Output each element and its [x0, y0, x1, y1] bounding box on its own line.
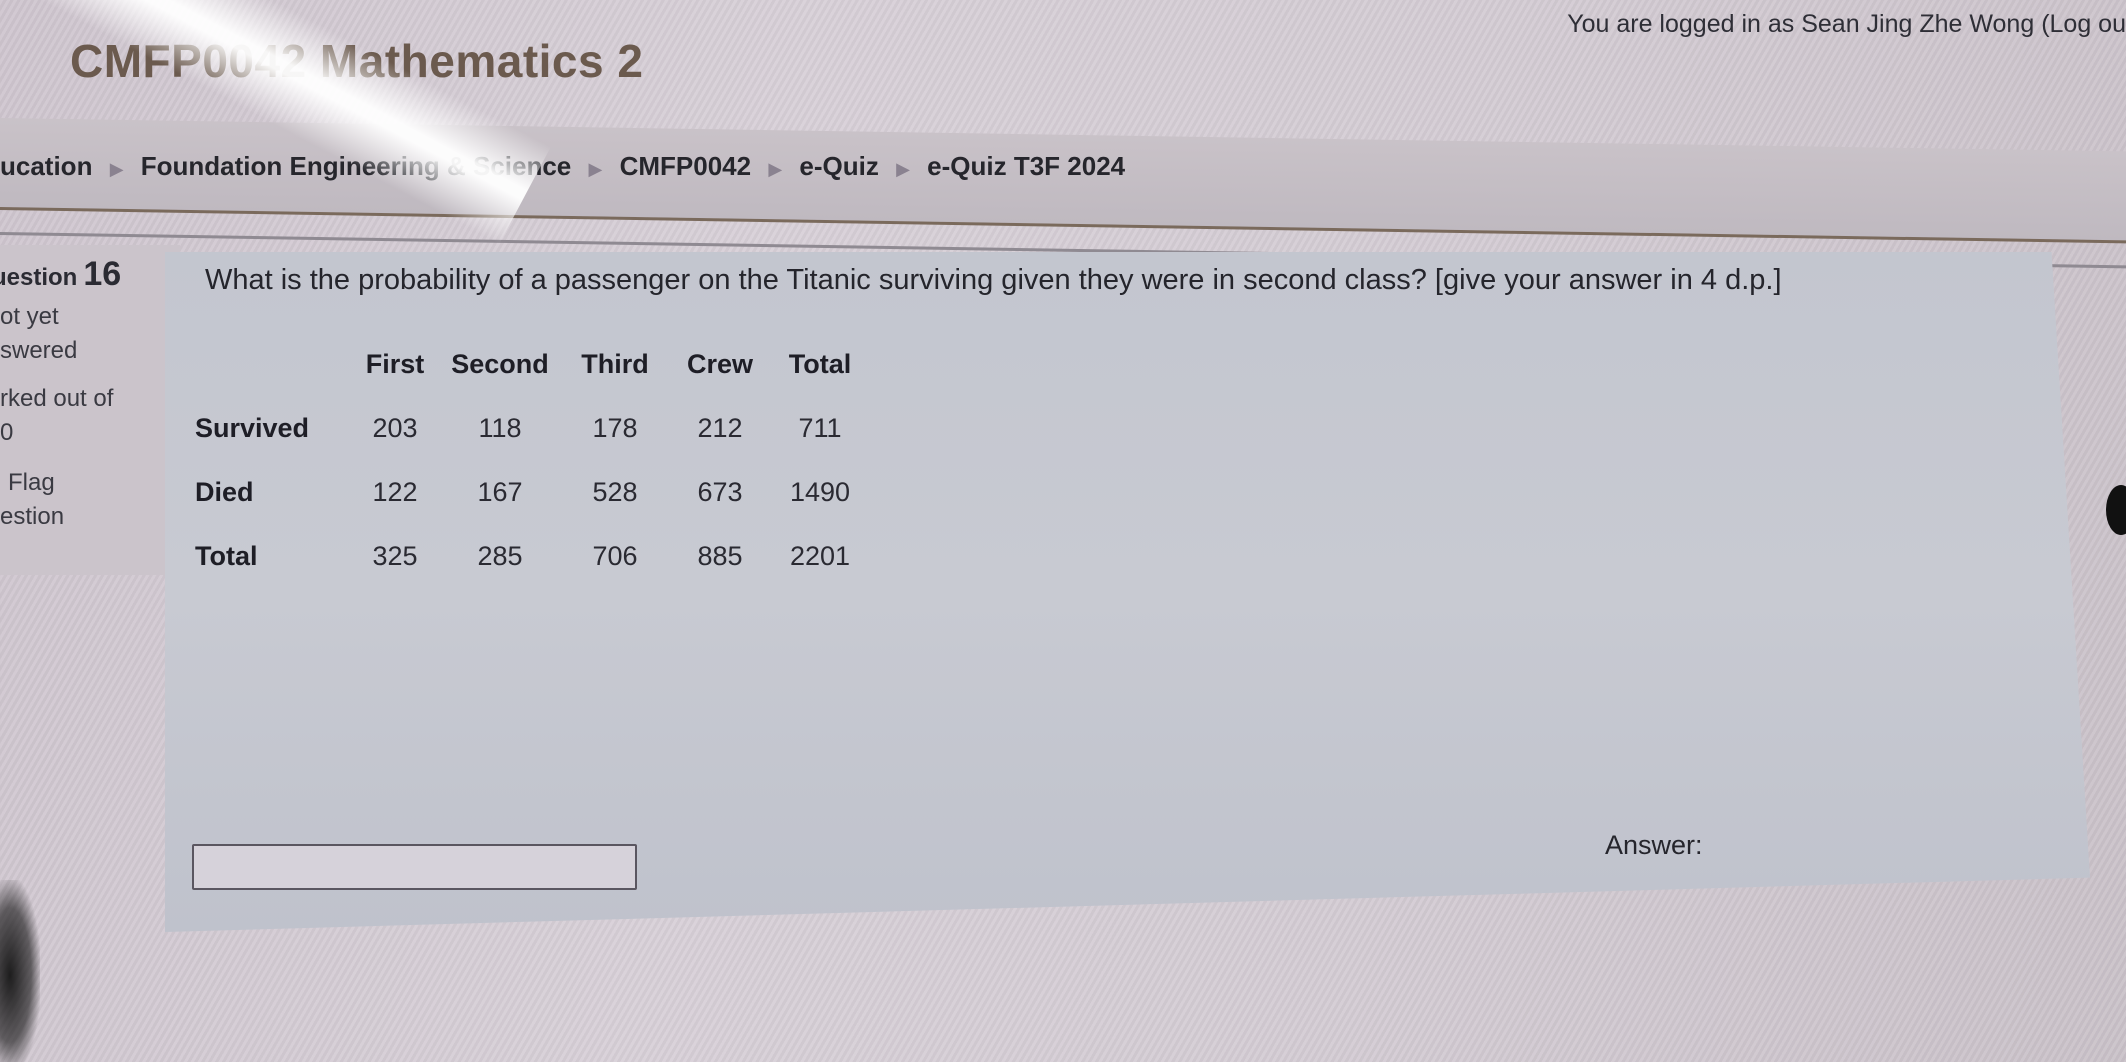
- question-text: What is the probability of a passenger o…: [205, 264, 1782, 296]
- screen-edge-object: [2106, 485, 2126, 535]
- state-line-1: ot yet: [0, 303, 59, 330]
- table-cell: 1490: [789, 476, 851, 507]
- table-cell: 706: [592, 540, 638, 571]
- breadcrumb-separator-icon: ▶: [109, 158, 124, 179]
- table-cell: 118: [478, 412, 522, 443]
- navbar: ucation ▶ Foundation Engineering & Scien…: [0, 118, 2126, 244]
- finger-shadow: [0, 880, 40, 1062]
- table-cell: 203: [372, 412, 418, 443]
- column-header: Total: [788, 348, 852, 379]
- table-cell: 325: [372, 540, 418, 571]
- table-cell: 528: [592, 476, 638, 507]
- grade-line-2: 0: [0, 419, 14, 446]
- row-header: Died: [195, 476, 254, 507]
- table-cell: 285: [477, 540, 523, 571]
- grade-line-1: rked out of: [0, 385, 114, 412]
- titanic-data-table: First Second Third Crew Total Survived 2…: [195, 332, 875, 588]
- breadcrumb-item-course[interactable]: CMFP0042: [620, 151, 752, 181]
- breadcrumb-item-current-quiz[interactable]: e-Quiz T3F 2024: [927, 151, 1125, 181]
- table-cell: 122: [372, 476, 418, 507]
- breadcrumb-separator-icon: ▶: [768, 158, 783, 179]
- table-cell: 2201: [789, 540, 851, 571]
- logout-link[interactable]: (Log ou: [2041, 10, 2126, 38]
- breadcrumb-item-education[interactable]: ucation: [0, 151, 92, 181]
- login-prefix: You are logged in as: [1567, 10, 1795, 38]
- table-row: Died 122 167 528 673 1490: [195, 460, 875, 524]
- breadcrumb: ucation ▶ Foundation Engineering & Scien…: [0, 151, 1125, 182]
- table-cell: 885: [697, 540, 743, 571]
- question-label: uestion: [0, 264, 78, 291]
- table-cell: 167: [477, 476, 523, 507]
- question-state: ot yet swered: [0, 300, 180, 368]
- course-title: CMFP0042 Mathematics 2: [70, 35, 644, 87]
- question-grade: rked out of 0: [0, 382, 180, 450]
- row-header: Survived: [195, 412, 310, 443]
- flag-line-2: estion: [0, 503, 65, 530]
- state-line-2: swered: [0, 337, 78, 364]
- flag-line-1: Flag: [8, 469, 55, 496]
- table-cell: 673: [697, 476, 743, 507]
- breadcrumb-item-foundation-engineering-science[interactable]: Foundation Engineering & Science: [141, 151, 572, 181]
- answer-input[interactable]: [192, 844, 637, 890]
- column-header: Crew: [686, 348, 754, 379]
- login-info: You are logged in as Sean Jing Zhe Wong …: [1567, 10, 2126, 39]
- table-corner: [195, 332, 345, 396]
- page-header: CMFP0042 Mathematics 2 You are logged in…: [0, 0, 2126, 118]
- row-header: Total: [195, 540, 258, 571]
- question-info-panel: uestion 16 ot yet swered rked out of 0 Fl…: [0, 245, 180, 575]
- question-number-value: 16: [83, 255, 122, 293]
- breadcrumb-separator-icon: ▶: [588, 158, 603, 179]
- column-header: Second: [451, 348, 549, 379]
- user-profile-link[interactable]: Sean Jing Zhe Wong: [1801, 10, 2034, 38]
- table-row: Total 325 285 706 885 2201: [195, 524, 875, 588]
- breadcrumb-separator-icon: ▶: [896, 158, 910, 179]
- question-number: uestion 16: [0, 255, 180, 294]
- answer-label: Answer:: [1605, 830, 1703, 860]
- column-header: Third: [581, 348, 649, 379]
- table-cell: 212: [697, 412, 743, 443]
- table-header-row: First Second Third Crew Total: [195, 332, 875, 396]
- table-cell: 711: [798, 412, 842, 443]
- table-row: Survived 203 118 178 212 711: [195, 396, 875, 460]
- table-cell: 178: [592, 412, 638, 443]
- column-header: First: [365, 348, 425, 379]
- breadcrumb-item-equiz[interactable]: e-Quiz: [799, 151, 878, 181]
- flag-question-button[interactable]: Flag estion: [0, 466, 180, 534]
- question-content: What is the probability of a passenger o…: [165, 252, 2090, 932]
